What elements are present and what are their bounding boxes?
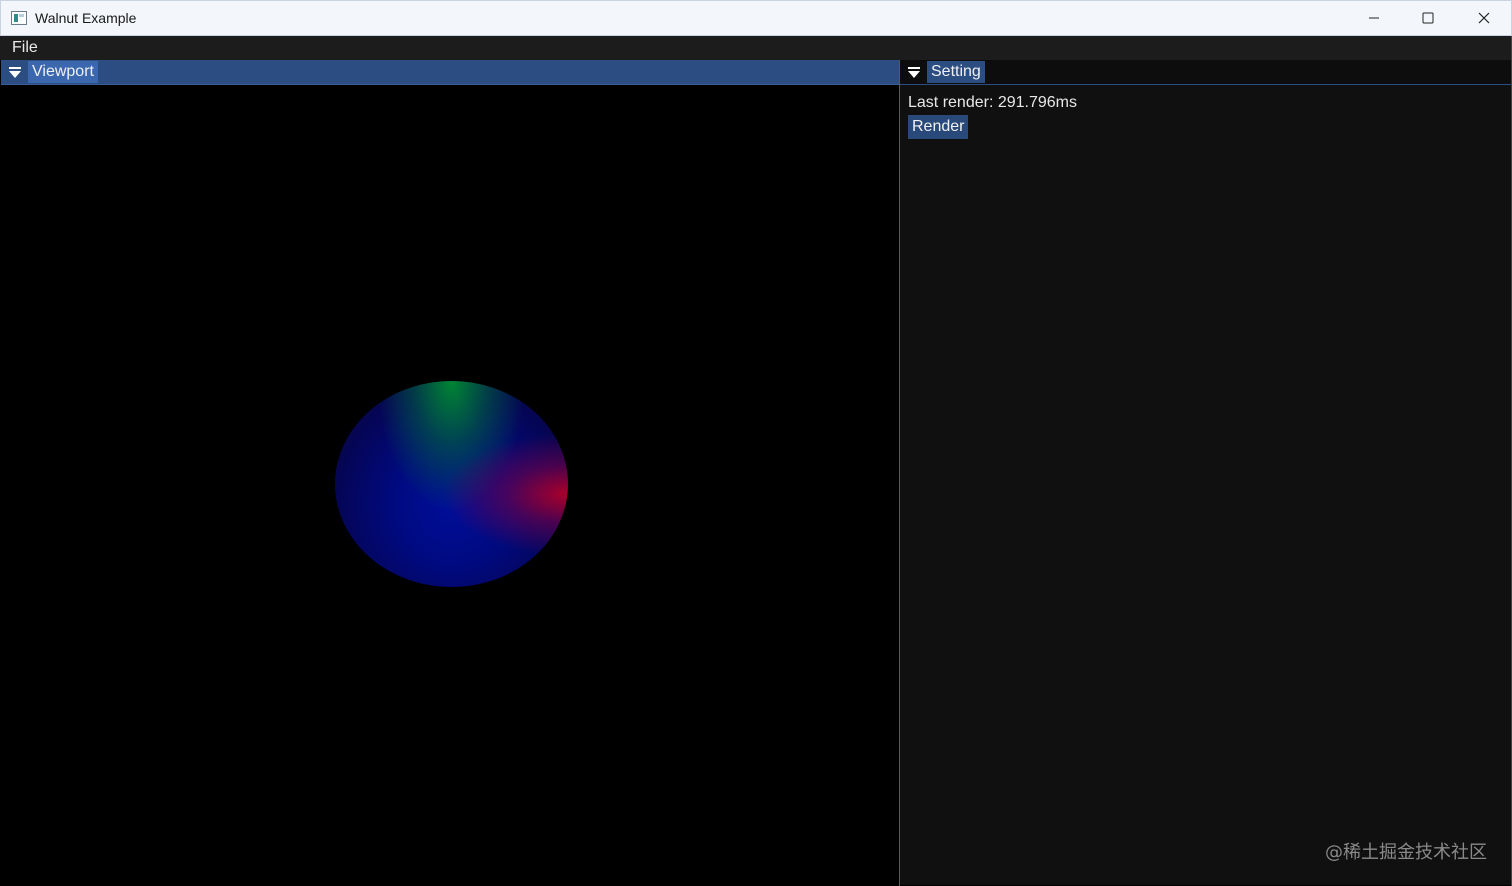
maximize-icon <box>1422 12 1434 24</box>
setting-header: Setting <box>900 60 1511 85</box>
tab-setting[interactable]: Setting <box>927 61 985 83</box>
setting-panel: Last render: 291.796ms Render <box>900 85 1511 885</box>
viewport-canvas[interactable] <box>1 85 899 885</box>
watermark: @稀土掘金技术社区 <box>1325 842 1487 863</box>
menu-bar: File <box>0 36 1512 60</box>
minimize-button[interactable] <box>1346 1 1402 35</box>
rendered-sphere <box>335 381 568 587</box>
viewport-header: Viewport <box>1 60 899 85</box>
window-title: Walnut Example <box>35 10 137 26</box>
menu-file[interactable]: File <box>12 39 38 57</box>
close-icon <box>1478 12 1490 24</box>
tab-viewport[interactable]: Viewport <box>28 61 98 83</box>
minimize-icon <box>1369 17 1379 19</box>
app-icon <box>11 11 27 25</box>
collapse-arrow-icon[interactable] <box>907 67 921 79</box>
maximize-button[interactable] <box>1400 1 1456 35</box>
collapse-arrow-icon[interactable] <box>8 67 22 79</box>
last-render-text: Last render: 291.796ms <box>908 94 1077 111</box>
render-button[interactable]: Render <box>908 115 969 139</box>
close-button[interactable] <box>1456 1 1512 35</box>
title-bar: Walnut Example <box>0 0 1512 36</box>
